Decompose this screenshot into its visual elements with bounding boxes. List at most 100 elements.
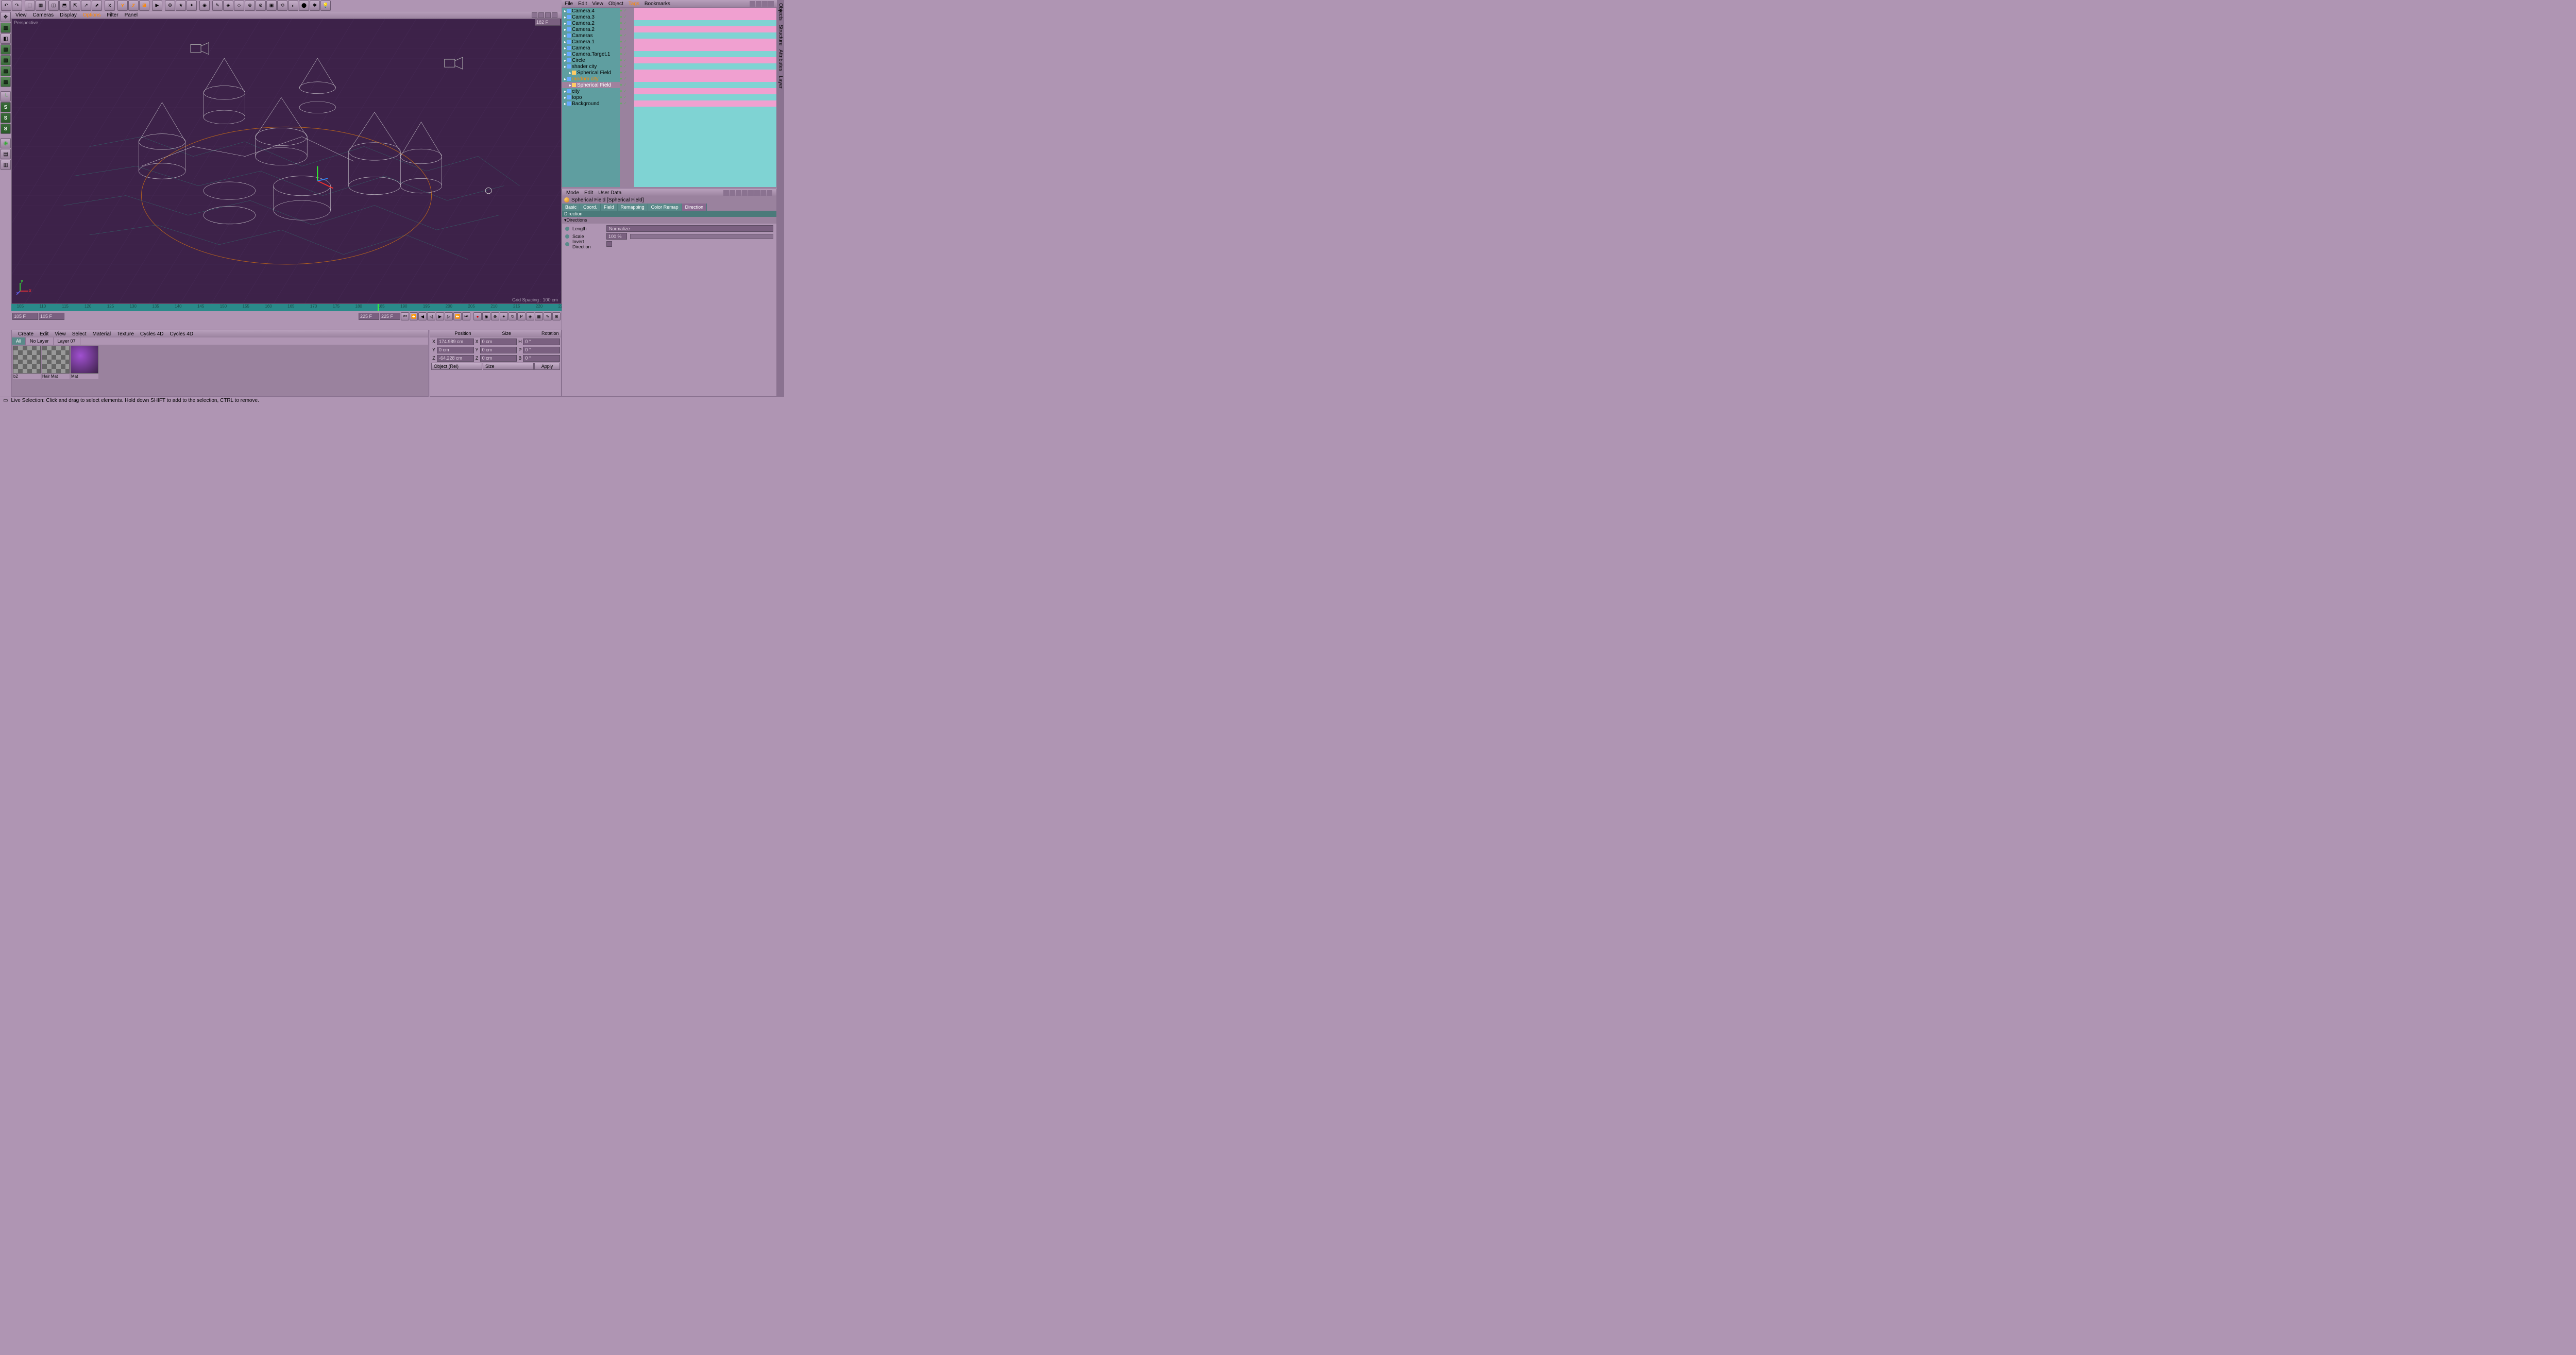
- obj-menu-icon-2[interactable]: [762, 1, 768, 7]
- side-tab-attributes[interactable]: Attributes: [778, 49, 784, 71]
- attr-tab-color-remap[interactable]: Color Remap: [648, 204, 682, 211]
- toolbar-btn-3[interactable]: ⬒: [59, 1, 70, 11]
- material-menu-select[interactable]: Select: [72, 331, 87, 337]
- apply-button[interactable]: Apply: [534, 363, 560, 370]
- layer-tool-1[interactable]: ◉: [1, 138, 11, 148]
- toolbar-btn-1[interactable]: ▦: [36, 1, 46, 11]
- cube-tool-3[interactable]: ▩: [1, 55, 11, 65]
- object-item-camera-2[interactable]: ▸Camera.2: [562, 20, 620, 26]
- toolbar-btn-18[interactable]: ◇: [234, 1, 244, 11]
- record-button[interactable]: ●: [473, 312, 482, 320]
- material-menu-create[interactable]: Create: [18, 331, 33, 337]
- object-item-camera-2[interactable]: ▸Camera.2: [562, 26, 620, 32]
- attr-tab-coord-[interactable]: Coord.: [580, 204, 601, 211]
- snap-s1[interactable]: S: [1, 102, 11, 112]
- toolbar-btn-10[interactable]: ⊞: [139, 1, 149, 11]
- object-list[interactable]: ▸Camera.4▸Camera.3▸Camera.2▸Camera.2▸Cam…: [562, 8, 620, 187]
- object-tags-column[interactable]: ● ✓● ✓● ✓● ✓● ✓● ✓● ✓● ✓● ✓● ✓● ✓● ✓● ✓●…: [620, 8, 634, 187]
- material-tab-no-layer[interactable]: No Layer: [26, 337, 54, 345]
- material-menu-cycles-4d[interactable]: Cycles 4D: [140, 331, 164, 337]
- snap-s2[interactable]: S: [1, 113, 11, 123]
- attr-menu-edit[interactable]: Edit: [584, 190, 593, 196]
- object-item-camera-target-1[interactable]: ▸Camera.Target.1: [562, 51, 620, 57]
- vp-icon-1[interactable]: [532, 12, 537, 18]
- toolbar-btn-14[interactable]: ✦: [187, 1, 197, 11]
- viewport-menu-view[interactable]: View: [15, 12, 27, 18]
- toolbar-btn-5[interactable]: ↗: [81, 1, 91, 11]
- key-layout-button[interactable]: ⊞: [552, 312, 561, 320]
- toolbar-btn-17[interactable]: ◈: [223, 1, 233, 11]
- length-select[interactable]: Normalize: [606, 225, 773, 232]
- scale-slider[interactable]: [630, 234, 773, 239]
- layer-tool-2[interactable]: ▤: [1, 149, 11, 159]
- key-scale-button[interactable]: ✦: [500, 312, 508, 320]
- next-frame-button[interactable]: ▷: [445, 312, 453, 320]
- object-item-random-city[interactable]: ▸random city: [562, 76, 620, 82]
- attr-tab-basic[interactable]: Basic: [562, 204, 580, 211]
- material-swatch-b2[interactable]: b2: [13, 346, 41, 395]
- next-key-button[interactable]: ⏩: [453, 312, 462, 320]
- goto-start-button[interactable]: ⏮: [401, 312, 409, 320]
- toolbar-btn-8[interactable]: Y: [117, 1, 128, 11]
- rot-z[interactable]: 0 °: [523, 355, 560, 362]
- vp-icon-2[interactable]: [538, 12, 544, 18]
- obj-menu-icon-0[interactable]: [750, 1, 755, 7]
- side-tab-layer[interactable]: Layer: [778, 76, 784, 89]
- cube-tool-1[interactable]: ▩: [1, 23, 11, 33]
- side-tab-structure[interactable]: Structure: [778, 25, 784, 46]
- obj-menu-icon-3[interactable]: [768, 1, 774, 7]
- material-swatch-hair-mat[interactable]: Hair Mat: [42, 346, 70, 395]
- material-tab-layer-07[interactable]: Layer 07: [54, 337, 80, 345]
- frame-start-field[interactable]: 105 F: [12, 313, 38, 320]
- play-button[interactable]: ▶: [436, 312, 444, 320]
- navigate-tool[interactable]: ✥: [1, 12, 11, 22]
- object-item-camera-4[interactable]: ▸Camera.4: [562, 8, 620, 14]
- object-item-city[interactable]: ▸city: [562, 88, 620, 94]
- frame-readout[interactable]: 182 F: [535, 19, 561, 26]
- toolbar-btn-22[interactable]: ⟲: [277, 1, 287, 11]
- scale-field[interactable]: 100 %: [606, 233, 627, 240]
- goto-end-button[interactable]: ⏭: [462, 312, 470, 320]
- object-item-spherical-field[interactable]: ▸Spherical Field: [562, 82, 620, 88]
- prev-key-button[interactable]: ⏪: [410, 312, 418, 320]
- object-item-background[interactable]: ▸Background: [562, 100, 620, 107]
- object-item-shader-city[interactable]: ▸shader city: [562, 63, 620, 70]
- snap-s3[interactable]: S: [1, 124, 11, 134]
- attr-menu-icon-2[interactable]: [736, 190, 741, 196]
- pos-x[interactable]: 174.989 cm: [437, 338, 474, 345]
- attr-menu-mode[interactable]: Mode: [566, 190, 579, 196]
- material-menu-cycles-4d[interactable]: Cycles 4D: [170, 331, 194, 337]
- attr-menu-icon-1[interactable]: [730, 190, 735, 196]
- rot-y[interactable]: 0 °: [523, 347, 560, 353]
- frame-end-field[interactable]: 225 F: [359, 313, 379, 320]
- object-item-spherical-field[interactable]: ▸Spherical Field: [562, 70, 620, 76]
- play-back-button[interactable]: ◁: [427, 312, 435, 320]
- frame-start-field-2[interactable]: 105 F: [39, 313, 64, 320]
- object-item-cameras[interactable]: ▸Cameras: [562, 32, 620, 39]
- axis-gizmo[interactable]: yxz: [16, 280, 31, 295]
- toolbar-btn-2[interactable]: ◫: [48, 1, 59, 11]
- object-menu-file[interactable]: File: [565, 1, 573, 7]
- cube-tool-5[interactable]: ▩: [1, 77, 11, 87]
- object-tool[interactable]: ◧: [1, 33, 11, 44]
- side-tab-objects[interactable]: Objects: [778, 3, 784, 21]
- size-mode-select[interactable]: Size: [483, 363, 534, 370]
- object-item-camera[interactable]: ▸Camera: [562, 45, 620, 51]
- attr-menu-icon-3[interactable]: [742, 190, 748, 196]
- material-swatch-mat[interactable]: Mat: [71, 346, 98, 395]
- toolbar-btn-11[interactable]: ▶: [152, 1, 162, 11]
- timeline-playhead[interactable]: [378, 304, 379, 311]
- cube-tool-4[interactable]: ▩: [1, 66, 11, 76]
- viewport-menu-cameras[interactable]: Cameras: [33, 12, 54, 18]
- material-menu-view[interactable]: View: [55, 331, 66, 337]
- key-opt-button[interactable]: ✎: [544, 312, 552, 320]
- pos-z[interactable]: -64.228 cm: [437, 355, 474, 362]
- attr-tab-field[interactable]: Field: [601, 204, 618, 211]
- toolbar-btn-13[interactable]: ★: [176, 1, 186, 11]
- vp-icon-3[interactable]: [545, 12, 551, 18]
- object-menu-object[interactable]: Object: [608, 1, 623, 7]
- vp-icon-4[interactable]: [552, 12, 557, 18]
- toolbar-btn-15[interactable]: ◉: [199, 1, 210, 11]
- object-item-topo[interactable]: ▸topo: [562, 94, 620, 100]
- object-menu-bookmarks[interactable]: Bookmarks: [645, 1, 670, 7]
